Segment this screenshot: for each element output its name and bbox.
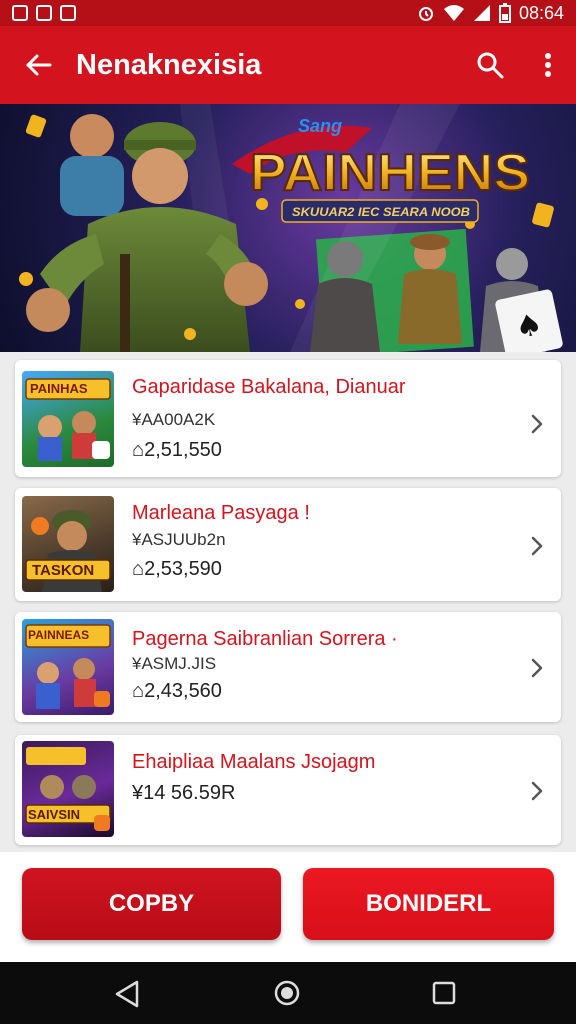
- chevron-right-icon: [531, 414, 543, 434]
- nav-home-icon[interactable]: [273, 979, 301, 1007]
- chevron-right-icon: [531, 658, 543, 678]
- arrow-left-icon: [26, 54, 52, 76]
- nav-back-icon[interactable]: [114, 980, 140, 1008]
- app-bar: Nenaknexisia: [0, 26, 576, 104]
- search-icon: [477, 52, 504, 79]
- game-thumbnail: PAINNEAS: [22, 619, 114, 715]
- bonus-button[interactable]: BONIDERL: [303, 868, 554, 940]
- notification-icon: [12, 5, 28, 21]
- copy-button[interactable]: COPBY: [22, 868, 281, 940]
- more-vert-icon: [545, 53, 551, 77]
- signal-icon: [473, 5, 490, 21]
- search-button[interactable]: [460, 26, 520, 104]
- list-item[interactable]: TASKON Marleana Pasyaga ! ¥ASJUUb2n ⌂2,5…: [15, 488, 561, 601]
- game-price: ⌂2,43,560: [132, 680, 222, 702]
- game-price: ⌂2,53,590: [132, 558, 222, 580]
- status-time: 08:64: [518, 2, 564, 23]
- nav-recents-icon[interactable]: [432, 981, 456, 1005]
- back-button[interactable]: [0, 26, 76, 104]
- list-item[interactable]: PAINHAS Gaparidase Bakalana, Dianuar ¥AA…: [15, 360, 561, 477]
- chevron-right-icon: [531, 781, 543, 801]
- status-system-icons: 08:64: [417, 3, 564, 24]
- status-bar: 08:64: [0, 0, 576, 26]
- game-thumbnail: PAINHAS: [22, 371, 114, 467]
- alarm-icon: [418, 7, 433, 21]
- image-icon: [60, 5, 76, 21]
- page-title: Nenaknexisia: [76, 48, 262, 81]
- banner-logo-main: PAINHENS: [250, 144, 530, 202]
- bottom-action-bar: COPBY BONIDERL: [0, 852, 576, 962]
- location-icon: [36, 5, 52, 21]
- battery-icon: [498, 3, 511, 23]
- chevron-right-icon: [531, 536, 543, 556]
- game-subtitle: ¥AA00A2K: [132, 410, 216, 429]
- wifi-icon: [443, 5, 464, 21]
- game-title: Ehaipliaa Maalans Jsojagm: [132, 751, 376, 773]
- game-subtitle: ¥ASJUUb2n: [132, 530, 226, 549]
- game-subtitle: ¥ASMJ.JIS: [132, 654, 217, 673]
- banner-logo-subtitle: SKUUAR2 IEC SEARA NOOB: [292, 205, 470, 219]
- game-thumbnail: TASKON: [22, 496, 114, 592]
- more-options-button[interactable]: [520, 26, 576, 104]
- game-price: ⌂2,51,550: [132, 439, 222, 461]
- game-title: Pagerna Saibranlian Sorrera ·: [132, 628, 398, 650]
- list-item[interactable]: PAINNEAS Pagerna Saibranlian Sorrera · ¥…: [15, 612, 561, 722]
- game-title: Gaparidase Bakalana, Dianuar: [132, 376, 406, 398]
- banner-artwork: ♠ Sang PAINHENS SKUUAR2 IEC SEARA NOOB: [19, 104, 563, 352]
- game-price: ¥14 56.59R: [132, 782, 236, 804]
- system-nav-bar: [0, 962, 576, 1024]
- game-list: PAINHAS Gaparidase Bakalana, Dianuar ¥AA…: [0, 352, 576, 852]
- status-notification-icons: [12, 5, 76, 21]
- banner-logo-top: Sang: [298, 116, 342, 136]
- promo-banner[interactable]: ♠ Sang PAINHENS SKUUAR2 IEC SEARA NOOB: [0, 104, 576, 352]
- list-item[interactable]: SAIVSIN Ehaipliaa Maalans Jsojagm ¥14 56…: [15, 735, 561, 845]
- game-thumbnail: SAIVSIN: [22, 741, 114, 837]
- game-title: Marleana Pasyaga !: [132, 502, 310, 524]
